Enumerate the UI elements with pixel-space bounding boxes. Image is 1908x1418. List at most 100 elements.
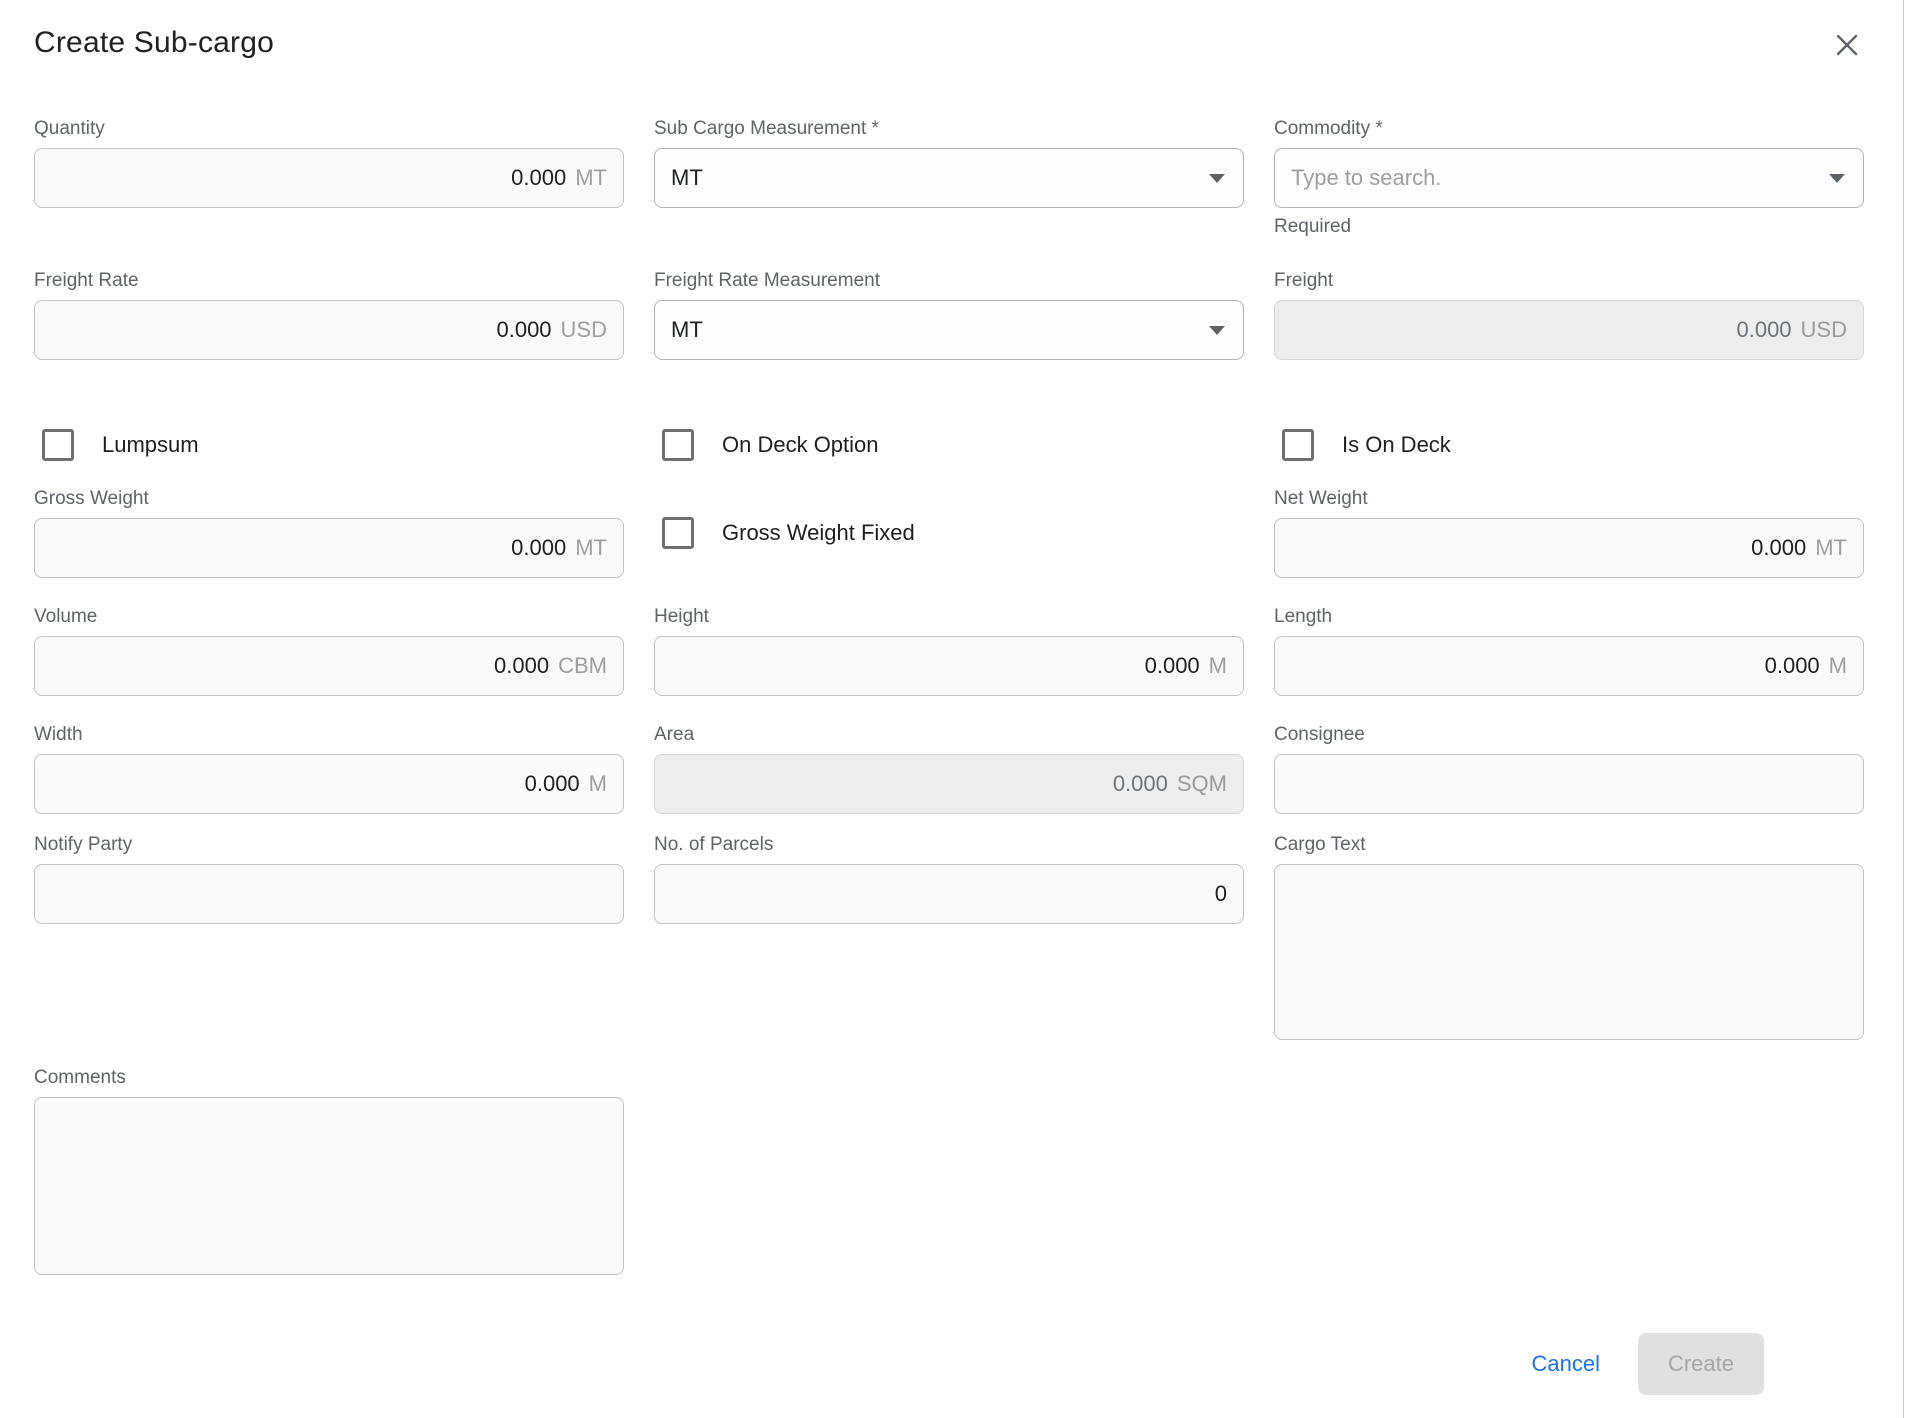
comments-field: Comments xyxy=(34,1067,624,1275)
volume-unit: CBM xyxy=(558,653,607,679)
net-weight-field: Net Weight 0.000 MT xyxy=(1274,488,1864,578)
sub-cargo-measurement-value: MT xyxy=(671,165,703,191)
notify-party-label: Notify Party xyxy=(34,834,624,856)
length-label: Length xyxy=(1274,606,1864,628)
x-icon xyxy=(1833,31,1861,59)
freight-rate-input[interactable]: 0.000 USD xyxy=(34,300,624,360)
gross-weight-fixed-label: Gross Weight Fixed xyxy=(722,520,915,546)
create-button[interactable]: Create xyxy=(1638,1333,1764,1395)
volume-value: 0.000 xyxy=(494,653,549,679)
dialog-footer: Cancel Create xyxy=(34,1333,1864,1395)
gross-weight-fixed-checkbox[interactable] xyxy=(662,517,694,549)
is-on-deck-label: Is On Deck xyxy=(1342,432,1451,458)
width-unit: M xyxy=(589,771,607,797)
quantity-field: Quantity 0.000 MT xyxy=(34,118,624,208)
net-weight-unit: MT xyxy=(1815,535,1847,561)
create-sub-cargo-dialog: Create Sub-cargo Quantity 0.000 MT Sub C… xyxy=(0,0,1908,1418)
consignee-label: Consignee xyxy=(1274,724,1864,746)
no-of-parcels-input[interactable]: 0 xyxy=(654,864,1244,924)
length-field: Length 0.000 M xyxy=(1274,606,1864,696)
cargo-text-textarea[interactable] xyxy=(1274,864,1864,1040)
gross-weight-input[interactable]: 0.000 MT xyxy=(34,518,624,578)
commodity-placeholder: Type to search. xyxy=(1291,165,1441,191)
area-label: Area xyxy=(654,724,1244,746)
dialog-header: Create Sub-cargo xyxy=(34,26,1864,62)
gross-weight-value: 0.000 xyxy=(511,535,566,561)
net-weight-label: Net Weight xyxy=(1274,488,1864,510)
quantity-value: 0.000 xyxy=(511,165,566,191)
freight-unit: USD xyxy=(1801,317,1847,343)
volume-field: Volume 0.000 CBM xyxy=(34,606,624,696)
notify-party-input[interactable] xyxy=(34,864,624,924)
no-of-parcels-field: No. of Parcels 0 xyxy=(654,834,1244,924)
freight-rate-measurement-value: MT xyxy=(671,317,703,343)
consignee-input[interactable] xyxy=(1274,754,1864,814)
sub-cargo-measurement-select[interactable]: MT xyxy=(654,148,1244,208)
freight-rate-unit: USD xyxy=(561,317,607,343)
cargo-text-field: Cargo Text xyxy=(1274,834,1864,1040)
no-of-parcels-label: No. of Parcels xyxy=(654,834,1244,856)
width-input[interactable]: 0.000 M xyxy=(34,754,624,814)
chevron-down-icon xyxy=(1209,174,1225,183)
freight-rate-measurement-field: Freight Rate Measurement MT xyxy=(654,270,1244,360)
height-value: 0.000 xyxy=(1145,653,1200,679)
checkbox-row: Lumpsum On Deck Option Is On Deck xyxy=(34,429,1864,461)
is-on-deck-checkbox-field: Is On Deck xyxy=(1274,429,1864,461)
volume-input[interactable]: 0.000 CBM xyxy=(34,636,624,696)
commodity-required-helper: Required xyxy=(1274,216,1864,238)
cancel-button[interactable]: Cancel xyxy=(1517,1341,1613,1387)
on-deck-option-checkbox[interactable] xyxy=(662,429,694,461)
freight-label: Freight xyxy=(1274,270,1864,292)
freight-rate-value: 0.000 xyxy=(496,317,551,343)
comments-textarea[interactable] xyxy=(34,1097,624,1275)
lumpsum-checkbox[interactable] xyxy=(42,429,74,461)
form-row-5: Width 0.000 M Area 0.000 SQM Consignee xyxy=(34,724,1864,814)
form-row-6: Notify Party No. of Parcels 0 Cargo Text xyxy=(34,834,1864,1040)
no-of-parcels-value: 0 xyxy=(1215,881,1227,907)
area-value: 0.000 xyxy=(1113,771,1168,797)
form-row-7: Comments xyxy=(34,1067,1864,1275)
close-button[interactable] xyxy=(1830,28,1864,62)
gross-weight-fixed-checkbox-field: Gross Weight Fixed xyxy=(654,488,1244,578)
dialog-right-edge xyxy=(1903,0,1904,1418)
cargo-text-label: Cargo Text xyxy=(1274,834,1864,856)
gross-weight-unit: MT xyxy=(575,535,607,561)
length-unit: M xyxy=(1829,653,1847,679)
form-row-4: Volume 0.000 CBM Height 0.000 M Length 0… xyxy=(34,606,1864,696)
height-input[interactable]: 0.000 M xyxy=(654,636,1244,696)
comments-label: Comments xyxy=(34,1067,624,1089)
height-label: Height xyxy=(654,606,1244,628)
net-weight-value: 0.000 xyxy=(1751,535,1806,561)
area-field: Area 0.000 SQM xyxy=(654,724,1244,814)
width-label: Width xyxy=(34,724,624,746)
gross-weight-label: Gross Weight xyxy=(34,488,624,510)
quantity-input[interactable]: 0.000 MT xyxy=(34,148,624,208)
area-unit: SQM xyxy=(1177,771,1227,797)
sub-cargo-measurement-field: Sub Cargo Measurement * MT xyxy=(654,118,1244,208)
net-weight-input[interactable]: 0.000 MT xyxy=(1274,518,1864,578)
height-field: Height 0.000 M xyxy=(654,606,1244,696)
commodity-field: Commodity * Type to search. Required xyxy=(1274,118,1864,238)
freight-input-disabled: 0.000 USD xyxy=(1274,300,1864,360)
quantity-unit: MT xyxy=(575,165,607,191)
form-row-2: Freight Rate 0.000 USD Freight Rate Meas… xyxy=(34,270,1864,360)
freight-rate-measurement-label: Freight Rate Measurement xyxy=(654,270,1244,292)
form-row-3: Gross Weight 0.000 MT Gross Weight Fixed… xyxy=(34,488,1864,578)
consignee-field: Consignee xyxy=(1274,724,1864,814)
lumpsum-label: Lumpsum xyxy=(102,432,199,458)
freight-rate-field: Freight Rate 0.000 USD xyxy=(34,270,624,360)
length-input[interactable]: 0.000 M xyxy=(1274,636,1864,696)
freight-value: 0.000 xyxy=(1736,317,1791,343)
freight-field: Freight 0.000 USD xyxy=(1274,270,1864,360)
commodity-search-select[interactable]: Type to search. xyxy=(1274,148,1864,208)
commodity-label: Commodity * xyxy=(1274,118,1864,140)
sub-cargo-measurement-label: Sub Cargo Measurement * xyxy=(654,118,1244,140)
is-on-deck-checkbox[interactable] xyxy=(1282,429,1314,461)
freight-rate-label: Freight Rate xyxy=(34,270,624,292)
freight-rate-measurement-select[interactable]: MT xyxy=(654,300,1244,360)
gross-weight-field: Gross Weight 0.000 MT xyxy=(34,488,624,578)
on-deck-option-label: On Deck Option xyxy=(722,432,879,458)
width-value: 0.000 xyxy=(525,771,580,797)
width-field: Width 0.000 M xyxy=(34,724,624,814)
lumpsum-checkbox-field: Lumpsum xyxy=(34,429,624,461)
